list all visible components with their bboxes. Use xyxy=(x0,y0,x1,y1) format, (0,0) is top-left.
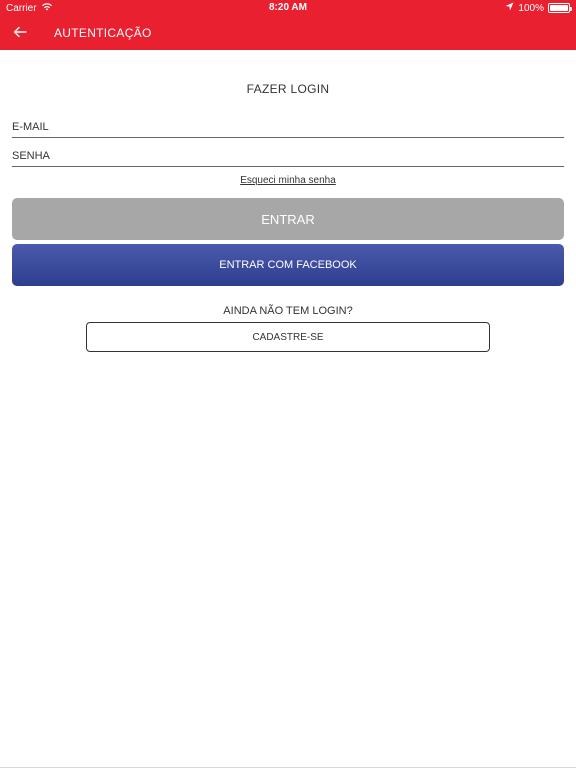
signup-button[interactable]: CADASTRE-SE xyxy=(86,322,490,352)
battery-label: 100% xyxy=(518,2,544,14)
status-bar: Carrier 8:20 AM 100% xyxy=(0,0,576,16)
facebook-login-button[interactable]: ENTRAR COM FACEBOOK xyxy=(12,244,564,286)
status-right: 100% xyxy=(505,2,572,14)
navigation-bar: AUTENTICAÇÃO xyxy=(0,16,576,50)
arrow-left-icon xyxy=(13,26,27,38)
location-arrow-icon xyxy=(505,2,514,14)
app-header: Carrier 8:20 AM 100% AUTENTICAÇÃO xyxy=(0,0,576,50)
page-title: AUTENTICAÇÃO xyxy=(54,26,152,40)
email-field[interactable] xyxy=(12,116,564,137)
battery-icon xyxy=(548,3,572,13)
status-time: 8:20 AM xyxy=(269,2,307,13)
no-account-label: AINDA NÃO TEM LOGIN? xyxy=(223,305,353,317)
login-heading: FAZER LOGIN xyxy=(246,82,330,96)
login-button[interactable]: ENTRAR xyxy=(12,198,564,240)
password-field-container xyxy=(12,145,564,167)
password-field[interactable] xyxy=(12,145,564,166)
forgot-password-link[interactable]: Esqueci minha senha xyxy=(0,175,576,186)
back-button[interactable] xyxy=(10,22,30,42)
email-field-container xyxy=(12,116,564,138)
